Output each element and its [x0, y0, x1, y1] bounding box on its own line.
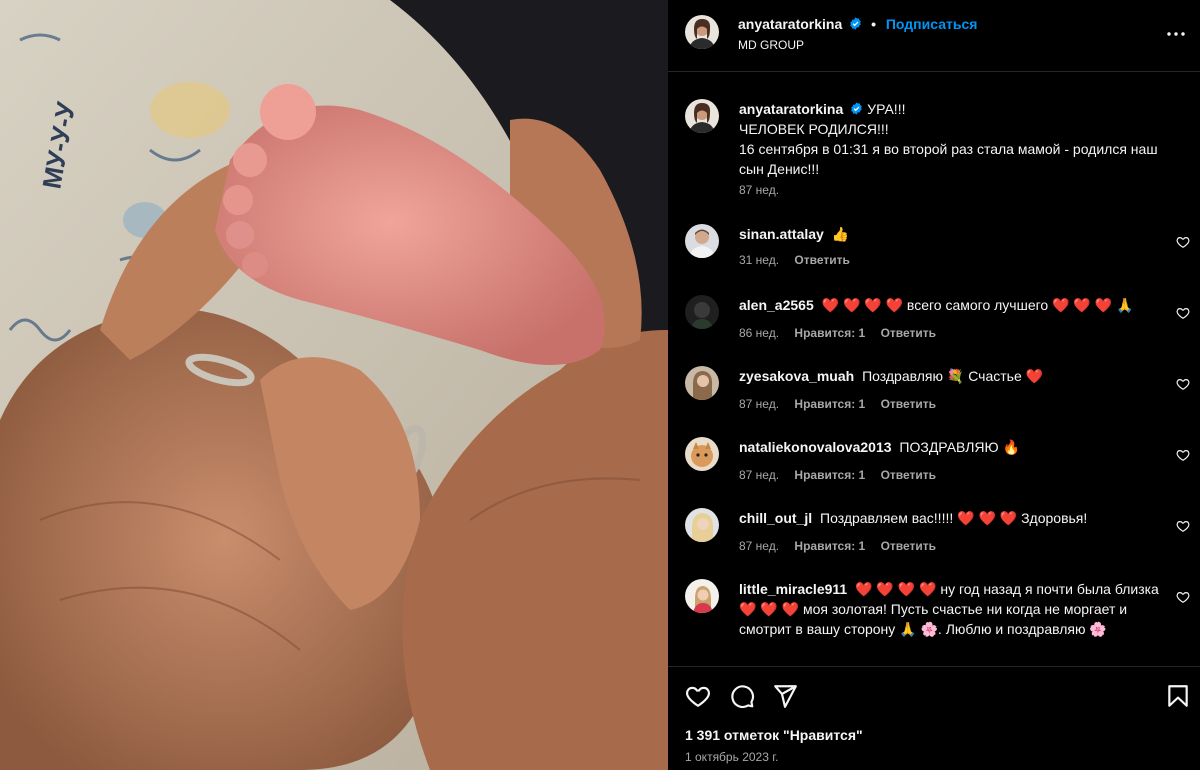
- commenter-avatar[interactable]: [685, 366, 719, 400]
- reply-button[interactable]: Ответить: [794, 253, 849, 267]
- commenter-avatar[interactable]: [685, 295, 719, 329]
- commenter-username[interactable]: nataliekonovalova2013: [739, 439, 892, 455]
- like-comment-heart-icon[interactable]: [1176, 448, 1190, 462]
- caption-line: ЧЕЛОВЕК РОДИЛСЯ!!!: [739, 121, 889, 137]
- separator-dot: •: [871, 16, 876, 32]
- reply-button[interactable]: Ответить: [881, 539, 936, 553]
- author-username[interactable]: anyataratorkina: [738, 16, 842, 32]
- comment-content: ❤️ ❤️ ❤️ ❤️ всего самого лучшего ❤️ ❤️ ❤…: [821, 297, 1134, 313]
- like-comment-heart-icon[interactable]: [1176, 306, 1190, 320]
- caption-username[interactable]: anyataratorkina: [739, 101, 843, 117]
- comment-time[interactable]: 31 нед.: [739, 253, 779, 267]
- comment-time[interactable]: 87 нед.: [739, 468, 779, 482]
- comments-list: anyataratorkina УРА!!! ЧЕЛОВЕК РОДИЛСЯ!!…: [668, 73, 1200, 666]
- comment-time[interactable]: 87 нед.: [739, 397, 779, 411]
- caption-text: anyataratorkina УРА!!! ЧЕЛОВЕК РОДИЛСЯ!!…: [739, 99, 1169, 179]
- post-date[interactable]: 1 октябрь 2023 г.: [685, 750, 778, 764]
- commenter-avatar[interactable]: [685, 437, 719, 471]
- reply-button[interactable]: Ответить: [881, 397, 936, 411]
- author-avatar[interactable]: [685, 99, 719, 133]
- bookmark-icon[interactable]: [1165, 683, 1191, 709]
- caption-line: УРА!!!: [867, 101, 906, 117]
- like-comment-heart-icon[interactable]: [1176, 235, 1190, 249]
- post-actions: 1 391 отметок "Нравится" 1 октябрь 2023 …: [668, 666, 1200, 770]
- comment-time[interactable]: 86 нед.: [739, 326, 779, 340]
- caption-time[interactable]: 87 нед.: [739, 183, 779, 197]
- comment-likes-count[interactable]: Нравится: 1: [794, 397, 865, 411]
- like-comment-heart-icon[interactable]: [1176, 377, 1190, 391]
- comment-text: sinan.attalay 👍: [739, 224, 1169, 244]
- commenter-avatar[interactable]: [685, 508, 719, 542]
- commenter-avatar[interactable]: [685, 579, 719, 613]
- commenter-avatar[interactable]: [685, 224, 719, 258]
- comment-content: Поздравляю 💐 Счастье ❤️: [862, 368, 1044, 384]
- post-photo: МУ-У-У: [0, 0, 668, 770]
- verified-icon: [851, 102, 863, 115]
- comment-text: alen_a2565 ❤️ ❤️ ❤️ ❤️ всего самого лучш…: [739, 295, 1169, 315]
- commenter-username[interactable]: alen_a2565: [739, 297, 814, 313]
- post-header: anyataratorkina • Подписаться MD GROUP: [668, 0, 1200, 72]
- comment-time[interactable]: 87 нед.: [739, 539, 779, 553]
- follow-button[interactable]: Подписаться: [886, 16, 978, 32]
- comment-likes-count[interactable]: Нравится: 1: [794, 326, 865, 340]
- comment-likes-count[interactable]: Нравится: 1: [794, 468, 865, 482]
- comment-text: zyesakova_muah Поздравляю 💐 Счастье ❤️: [739, 366, 1169, 386]
- comment-text: nataliekonovalova2013 ПОЗДРАВЛЯЮ 🔥: [739, 437, 1169, 457]
- caption-meta: 87 нед.: [739, 183, 791, 197]
- comment-meta: 87 нед. Нравится: 1 Ответить: [739, 397, 948, 411]
- comment-text: little_miracle911 ❤️ ❤️ ❤️ ❤️ ну год наз…: [739, 579, 1169, 639]
- commenter-username[interactable]: chill_out_jl: [739, 510, 812, 526]
- author-avatar[interactable]: [685, 15, 719, 49]
- comment-meta: 87 нед. Нравится: 1 Ответить: [739, 468, 948, 482]
- commenter-username[interactable]: zyesakova_muah: [739, 368, 854, 384]
- location-label[interactable]: MD GROUP: [738, 38, 804, 52]
- caption-line: 16 сентября в 01:31 я во второй раз стал…: [739, 141, 1158, 177]
- heart-icon[interactable]: [685, 683, 711, 709]
- like-comment-heart-icon[interactable]: [1176, 590, 1190, 604]
- send-icon[interactable]: [772, 683, 798, 709]
- comment-content: 👍: [831, 226, 850, 242]
- comment-icon[interactable]: [729, 683, 755, 709]
- commenter-username[interactable]: sinan.attalay: [739, 226, 824, 242]
- like-comment-heart-icon[interactable]: [1176, 519, 1190, 533]
- more-options-icon[interactable]: [1166, 24, 1186, 44]
- commenter-username[interactable]: little_miracle911: [739, 581, 847, 597]
- comment-content: Поздравляем вас!!!!! ❤️ ❤️ ❤️ Здоровья!: [820, 510, 1088, 526]
- likes-count[interactable]: 1 391 отметок "Нравится": [685, 727, 863, 743]
- post-panel: anyataratorkina • Подписаться MD GROUP a…: [668, 0, 1200, 770]
- reply-button[interactable]: Ответить: [881, 468, 936, 482]
- verified-icon: [850, 17, 861, 30]
- comment-likes-count[interactable]: Нравится: 1: [794, 539, 865, 553]
- comment-meta: 87 нед. Нравится: 1 Ответить: [739, 539, 948, 553]
- reply-button[interactable]: Ответить: [881, 326, 936, 340]
- comment-text: chill_out_jl Поздравляем вас!!!!! ❤️ ❤️ …: [739, 508, 1169, 528]
- comment-content: ПОЗДРАВЛЯЮ 🔥: [899, 439, 1020, 455]
- comment-meta: 31 нед. Ответить: [739, 253, 862, 267]
- comment-meta: 86 нед. Нравится: 1 Ответить: [739, 326, 948, 340]
